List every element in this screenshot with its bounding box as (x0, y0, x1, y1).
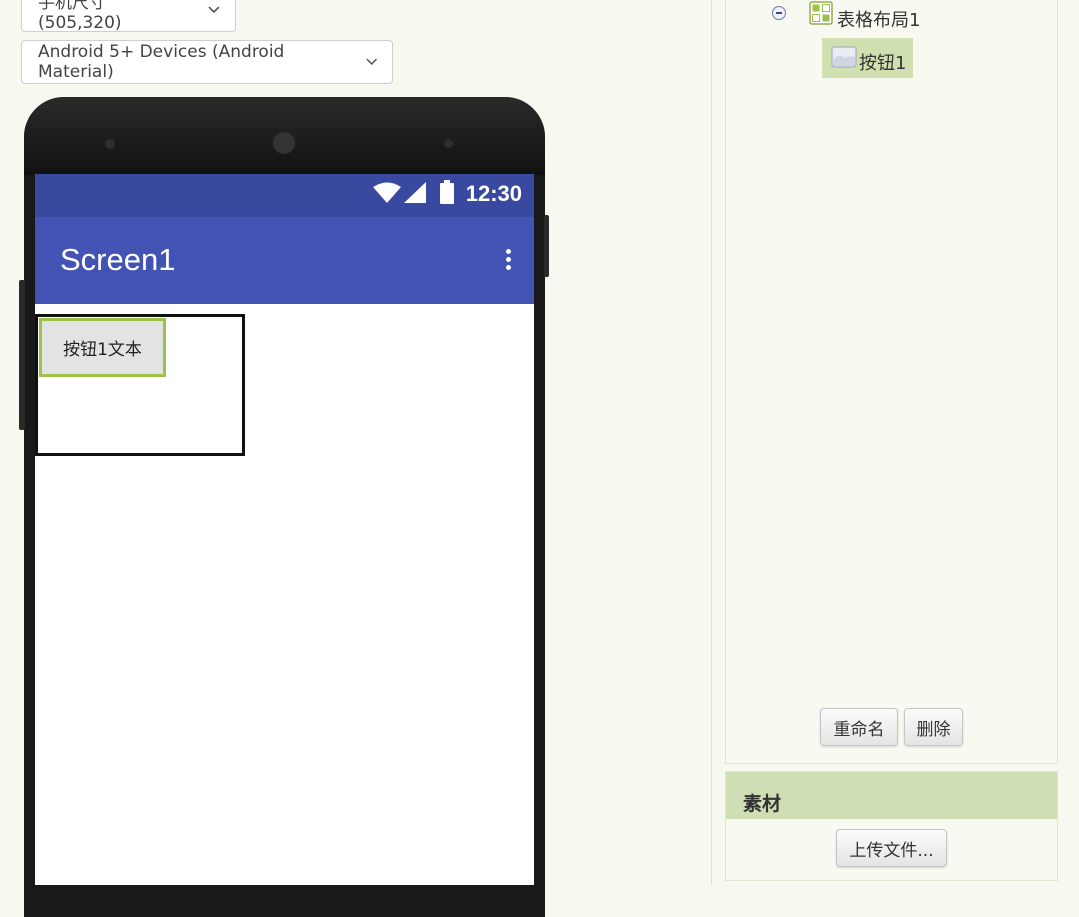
battery-icon (440, 180, 454, 204)
phone-size-select[interactable]: 手机尺寸 (505,320) (21, 0, 236, 33)
rename-button[interactable]: 重命名 (820, 708, 898, 746)
components-panel (725, 0, 1058, 764)
theme-value: Android 5+ Devices (Android Material) (38, 42, 285, 82)
theme-select[interactable]: Android 5+ Devices (Android Material) (21, 40, 393, 84)
preview-button-label: 按钮1文本 (63, 340, 142, 360)
table-layout-icon (809, 1, 833, 25)
rename-button-label: 重命名 (833, 719, 885, 740)
phone-side-button-left (19, 280, 25, 430)
preview-button-1[interactable]: 按钮1文本 (39, 318, 166, 377)
delete-button[interactable]: 删除 (904, 708, 963, 746)
app-bar: Screen1 (35, 217, 534, 304)
button-icon (831, 46, 857, 68)
overflow-menu-icon[interactable] (504, 249, 512, 273)
panel-divider (711, 0, 712, 885)
collapse-icon[interactable] (772, 6, 786, 20)
sensor-dot (444, 139, 453, 148)
assets-title: 素材 (743, 793, 782, 815)
status-bar: 12:30 (35, 174, 534, 217)
phone-screen[interactable]: 12:30 Screen1 按钮1文本 (35, 174, 534, 885)
delete-button-label: 删除 (916, 719, 951, 740)
phone-side-button-right (544, 215, 549, 277)
tree-item-button-1[interactable]: 按钮1 (859, 49, 906, 75)
table-layout-preview[interactable]: 按钮1文本 (35, 314, 245, 456)
speaker-grille (273, 132, 295, 154)
chevron-down-icon (366, 58, 377, 65)
tree-item-table-layout[interactable]: 表格布局1 (837, 6, 920, 32)
status-clock: 12:30 (465, 181, 522, 206)
wifi-icon (373, 182, 401, 203)
upload-button-label: 上传文件... (849, 840, 934, 861)
assets-header: 素材 (726, 772, 1057, 819)
front-camera (105, 139, 115, 149)
phone-size-value: 手机尺寸 (505,320) (38, 0, 122, 33)
chevron-down-icon (208, 6, 220, 14)
signal-icon (404, 182, 426, 203)
screen-title: Screen1 (60, 242, 176, 277)
upload-file-button[interactable]: 上传文件... (836, 829, 947, 867)
